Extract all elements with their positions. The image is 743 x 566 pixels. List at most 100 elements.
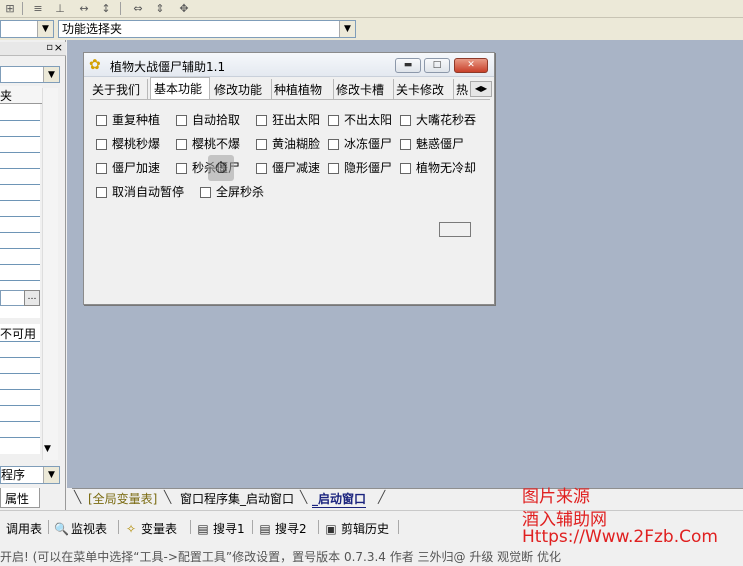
checkbox-auto-collect[interactable]: 自动拾取: [176, 111, 240, 128]
checkbox-no-sun[interactable]: 不出太阳: [328, 111, 392, 128]
tab-start-window[interactable]: _启动窗口: [312, 490, 367, 508]
property-panel: ▫ × ▼ 夹 … 不可用 ▼ 程序 ▼ 属性: [0, 40, 66, 510]
document-tabs: ╲ [全局变量表] ╲ 窗口程序集_启动窗口 ╲ _启动窗口 ╱: [72, 488, 743, 509]
object-combo[interactable]: ▼: [0, 66, 60, 83]
pin-icon[interactable]: ▫: [46, 42, 53, 53]
dialog-titlebar[interactable]: ✿ 植物大战僵尸辅助1.1 ▬ □ ✕: [84, 53, 494, 77]
tab-properties[interactable]: 属性: [0, 488, 40, 508]
variable-table-label: 变量表: [141, 522, 178, 536]
checkbox-label: 僵尸减速: [272, 161, 321, 175]
variable-icon: ✧: [125, 522, 137, 536]
property-header: 夹: [0, 86, 42, 104]
window-icon[interactable]: ⊞: [2, 1, 18, 16]
variable-table-button[interactable]: ✧ 变量表: [124, 520, 177, 537]
checkbox-label: 黄油糊脸: [272, 137, 321, 151]
chevron-down-icon[interactable]: ▼: [43, 467, 59, 483]
search2-button[interactable]: ▤ 搜寻2: [258, 520, 307, 537]
checkbox-label: 僵尸加速: [112, 161, 161, 175]
tab-window-assembly[interactable]: 窗口程序集_启动窗口: [180, 490, 294, 507]
ellipsis-button[interactable]: …: [24, 290, 40, 306]
align-bottom-icon[interactable]: ⊥: [52, 1, 68, 16]
checkbox-label: 自动拾取: [192, 113, 241, 127]
program-combo-value: 程序: [1, 468, 26, 482]
program-combo[interactable]: 程序 ▼: [0, 466, 60, 484]
status-bar: 开启! (可以在菜单中选择“工具->配置工具”修改设置，置号版本 0.7.3.4…: [0, 550, 561, 564]
chevron-down-icon[interactable]: ▼: [339, 21, 355, 37]
tab-arrow-icon: ╲: [300, 490, 308, 504]
minimize-icon: ▬: [403, 60, 413, 70]
tab-arrow-icon: ╲: [74, 490, 82, 504]
minimize-button[interactable]: ▬: [395, 58, 421, 73]
tab-basic-functions[interactable]: 基本功能: [150, 77, 210, 99]
maximize-button[interactable]: □: [424, 58, 450, 73]
close-button[interactable]: ✕: [454, 58, 488, 73]
search2-label: 搜寻2: [275, 522, 307, 536]
tab-modify-functions[interactable]: 修改功能: [214, 79, 272, 99]
checkbox-charm-zombie[interactable]: 魅惑僵尸: [400, 135, 464, 152]
checkbox-crazy-sun[interactable]: 狂出太阳: [256, 111, 320, 128]
stopwatch-cursor-icon: ⏱: [208, 155, 234, 181]
chevron-down-icon[interactable]: ▼: [44, 444, 51, 454]
close-icon: ✕: [467, 60, 475, 70]
tab-scroll-arrows[interactable]: ◀▶: [470, 81, 492, 97]
app-icon: ✿: [89, 57, 101, 73]
tab-plant-planting[interactable]: 种植植物: [274, 79, 334, 99]
checkbox-cherry-instant[interactable]: 樱桃秒爆: [96, 135, 160, 152]
pvz-helper-dialog: ✿ 植物大战僵尸辅助1.1 ▬ □ ✕ 关于我们 基本功能 修改功能 种植植物 …: [83, 52, 495, 305]
checkbox-label: 樱桃秒爆: [112, 137, 161, 151]
vertical-scrollbar[interactable]: [42, 88, 58, 460]
dialog-title: 植物大战僵尸辅助1.1: [110, 60, 226, 74]
function-select-value: 功能选择夹: [62, 22, 123, 36]
property-header-label: 夹: [0, 89, 13, 103]
combo-row: ▼ 功能选择夹 ▼: [0, 18, 743, 40]
checkbox-plant-no-cooldown[interactable]: 植物无冷却: [400, 159, 476, 176]
checkbox-invisible-zombie[interactable]: 隐形僵尸: [328, 159, 392, 176]
checkbox-repeat-plant[interactable]: 重复种植: [96, 111, 160, 128]
watch-table-button[interactable]: 🔍 监视表: [54, 520, 107, 537]
checkbox-label: 樱桃不爆: [192, 137, 241, 151]
checkbox-label: 隐形僵尸: [344, 161, 393, 175]
search-doc-icon: ▤: [259, 522, 271, 536]
call-table-button[interactable]: 调用表: [6, 520, 42, 537]
search1-button[interactable]: ▤ 搜寻1: [196, 520, 245, 537]
checkbox-label: 不出太阳: [344, 113, 393, 127]
checkbox-zombie-slowdown[interactable]: 僵尸减速: [256, 159, 320, 176]
chevron-down-icon[interactable]: ▼: [43, 67, 59, 82]
tab-about[interactable]: 关于我们: [92, 79, 148, 99]
checkbox-cancel-auto-pause[interactable]: 取消自动暂停: [96, 183, 184, 200]
search-icon: 🔍: [54, 522, 69, 536]
checkbox-label: 全屏秒杀: [216, 185, 265, 199]
clip-history-button[interactable]: ▣ 剪辑历史: [324, 520, 389, 537]
chevron-down-icon[interactable]: ▼: [37, 21, 53, 37]
tab-arrow-icon: ╲: [164, 490, 172, 504]
checkbox-label: 重复种植: [112, 113, 161, 127]
search1-label: 搜寻1: [213, 522, 245, 536]
close-icon[interactable]: ×: [54, 41, 63, 54]
checkbox-freeze-zombie[interactable]: 冰冻僵尸: [328, 135, 392, 152]
width-icon[interactable]: ⇔: [130, 1, 146, 16]
checkbox-label: 冰冻僵尸: [344, 137, 393, 151]
empty-button[interactable]: [439, 222, 471, 237]
function-select-combo[interactable]: 功能选择夹 ▼: [58, 20, 356, 38]
checkbox-label: 植物无冷却: [416, 161, 477, 175]
checkbox-label: 狂出太阳: [272, 113, 321, 127]
checkbox-fullscreen-kill[interactable]: 全屏秒杀: [200, 183, 264, 200]
space-vertical-icon[interactable]: ↕: [98, 1, 114, 16]
space-horizontal-icon[interactable]: ↔: [76, 1, 92, 16]
checkbox-butter-face[interactable]: 黄油糊脸: [256, 135, 320, 152]
align-top-icon[interactable]: ≡: [30, 1, 46, 16]
tab-global-vars[interactable]: [全局变量表]: [88, 490, 157, 507]
checkbox-cherry-no-explode[interactable]: 樱桃不爆: [176, 135, 240, 152]
watermark-url: Https://Www.2Fzb.Com: [522, 527, 718, 547]
tab-level-modify[interactable]: 关卡修改: [396, 79, 454, 99]
height-icon[interactable]: ⇕: [152, 1, 168, 16]
search-doc-icon: ▤: [197, 522, 209, 536]
tab-arrow-icon: ╱: [378, 490, 386, 504]
tab-modify-slots[interactable]: 修改卡槽: [336, 79, 394, 99]
checkbox-zombie-speedup[interactable]: 僵尸加速: [96, 159, 160, 176]
checkbox-label: 取消自动暂停: [112, 185, 185, 199]
checkbox-chomper-instant[interactable]: 大嘴花秒吞: [400, 111, 476, 128]
left-combo[interactable]: ▼: [0, 20, 54, 38]
move-icon[interactable]: ✥: [176, 1, 192, 16]
main-toolbar: ⊞ ≡ ⊥ ↔ ↕ ⇔ ⇕ ✥: [0, 0, 743, 18]
